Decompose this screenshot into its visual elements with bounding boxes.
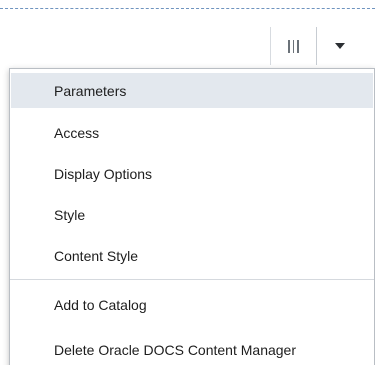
menu-item-label: Content Style xyxy=(54,247,139,264)
menu-item-style[interactable]: Style xyxy=(11,197,373,232)
menu-item-label: Style xyxy=(54,206,86,223)
menu-item-label: Delete Oracle DOCS Content Manager xyxy=(54,341,296,358)
menu-item-label: Display Options xyxy=(54,165,153,182)
view-toolbar xyxy=(270,27,362,65)
columns-button[interactable] xyxy=(270,27,316,65)
columns-icon xyxy=(288,39,299,53)
menu-item-label: Parameters xyxy=(54,82,127,99)
menu-dropdown-button[interactable] xyxy=(316,27,362,65)
caret-down-icon xyxy=(334,43,345,49)
menu-item-parameters[interactable]: Parameters xyxy=(11,73,373,108)
menu-item-label: Access xyxy=(54,124,100,141)
menu-item-display-options[interactable]: Display Options xyxy=(11,156,373,191)
menu-separator xyxy=(10,279,374,280)
page: Parameters Access Display Options Style … xyxy=(0,0,375,365)
region-boundary xyxy=(0,8,375,9)
menu-item-label: Add to Catalog xyxy=(54,296,147,313)
menu-item-add-to-catalog[interactable]: Add to Catalog xyxy=(11,287,373,322)
menu-item-access[interactable]: Access xyxy=(11,115,373,150)
menu-item-content-style[interactable]: Content Style xyxy=(11,238,373,273)
menu-item-delete[interactable]: Delete Oracle DOCS Content Manager xyxy=(11,332,373,365)
options-menu: Parameters Access Display Options Style … xyxy=(9,68,375,365)
